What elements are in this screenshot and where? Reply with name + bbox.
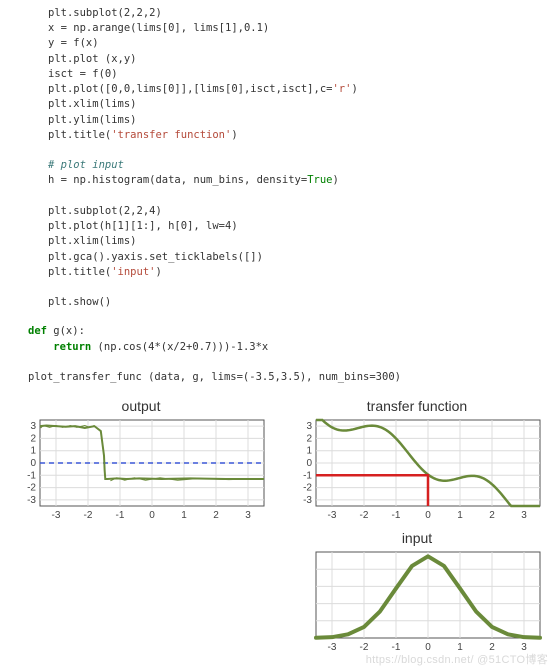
svg-text:-1: -1 xyxy=(392,510,401,521)
svg-text:-3: -3 xyxy=(52,510,61,521)
code-block-lower: def g(x): return (np.cos(4*(x/2+0.7)))-1… xyxy=(28,324,544,385)
svg-text:2: 2 xyxy=(213,510,219,521)
svg-text:1: 1 xyxy=(306,446,312,457)
svg-text:3: 3 xyxy=(521,510,527,521)
svg-text:-3: -3 xyxy=(303,495,312,506)
svg-text:-2: -2 xyxy=(84,510,93,521)
code-block-upper: plt.subplot(2,2,2) x = np.arange(lims[0]… xyxy=(48,6,544,310)
svg-text:1: 1 xyxy=(457,642,463,653)
svg-text:0: 0 xyxy=(306,458,312,469)
svg-text:-1: -1 xyxy=(303,470,312,481)
svg-text:0: 0 xyxy=(30,458,36,469)
chart-input: -3 -2 -1 0 1 2 3 xyxy=(288,548,546,656)
svg-text:3: 3 xyxy=(30,421,36,432)
svg-text:2: 2 xyxy=(30,433,36,444)
plot-grid: output -3-2-10123-3-2-10123 transfer fun… xyxy=(0,398,554,671)
svg-text:0: 0 xyxy=(425,510,431,521)
chart-transfer-function: -3-2-10123-3-2-10123 xyxy=(288,416,546,524)
svg-text:-2: -2 xyxy=(360,642,369,653)
svg-text:1: 1 xyxy=(30,446,36,457)
svg-text:0: 0 xyxy=(149,510,155,521)
svg-text:-3: -3 xyxy=(328,642,337,653)
svg-text:-2: -2 xyxy=(360,510,369,521)
svg-text:-3: -3 xyxy=(27,495,36,506)
svg-text:1: 1 xyxy=(457,510,463,521)
svg-text:2: 2 xyxy=(489,642,495,653)
svg-text:2: 2 xyxy=(489,510,495,521)
chart-title-transfer: transfer function xyxy=(288,398,546,414)
chart-title-output: output xyxy=(12,398,270,414)
svg-text:1: 1 xyxy=(181,510,187,521)
chart-title-input: input xyxy=(288,530,546,546)
svg-text:3: 3 xyxy=(306,421,312,432)
svg-text:2: 2 xyxy=(306,433,312,444)
svg-text:-1: -1 xyxy=(392,642,401,653)
svg-text:-2: -2 xyxy=(27,483,36,494)
svg-text:-1: -1 xyxy=(116,510,125,521)
svg-text:0: 0 xyxy=(425,642,431,653)
svg-text:-2: -2 xyxy=(303,483,312,494)
svg-text:3: 3 xyxy=(245,510,251,521)
svg-text:-1: -1 xyxy=(27,470,36,481)
svg-text:-3: -3 xyxy=(328,510,337,521)
svg-text:3: 3 xyxy=(521,642,527,653)
chart-output: -3-2-10123-3-2-10123 xyxy=(12,416,270,524)
